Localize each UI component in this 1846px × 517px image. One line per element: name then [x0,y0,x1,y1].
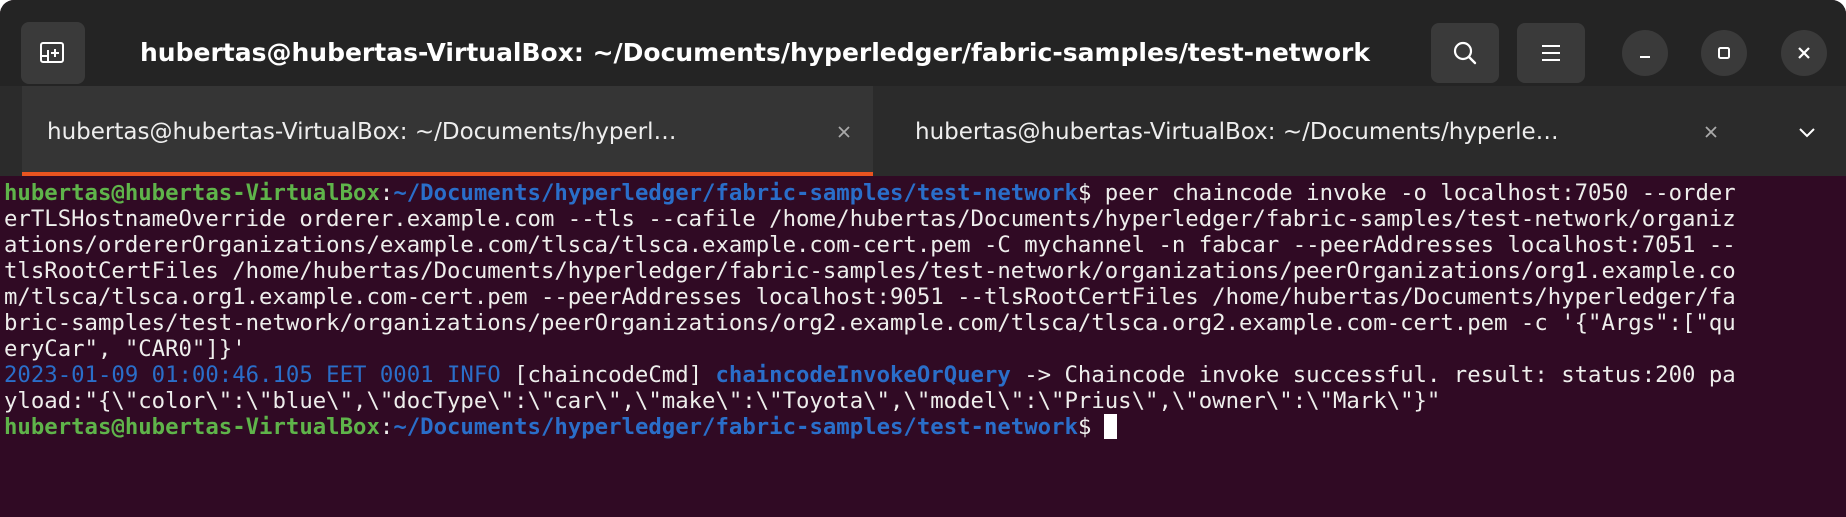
terminal-output[interactable]: hubertas@hubertas-VirtualBox:~/Documents… [0,176,1846,517]
hamburger-menu-icon [1542,45,1560,61]
close-icon [838,126,850,138]
terminal-cursor [1104,414,1118,439]
window-title: hubertas@hubertas-VirtualBox: ~/Document… [140,38,1370,67]
menu-button[interactable] [1517,23,1585,83]
new-tab-icon [40,42,64,63]
tab-terminal-1[interactable]: hubertas@hubertas-VirtualBox: ~/Document… [22,86,873,176]
close-button[interactable] [1781,30,1827,76]
prompt-line: hubertas@hubertas-VirtualBox:~/Documents… [4,412,1118,442]
tab-close-button[interactable] [828,116,860,148]
tab-close-button[interactable] [1695,116,1727,148]
tab-label: hubertas@hubertas-VirtualBox: ~/Document… [47,119,677,145]
prompt-user: hubertas@hubertas-VirtualBox [4,180,380,206]
prompt-path: ~/Documents/hyperledger/fabric-samples/t… [393,414,1078,440]
title-bar: hubertas@hubertas-VirtualBox: ~/Document… [0,0,1846,86]
new-tab-button[interactable] [21,22,85,84]
maximize-button[interactable] [1701,30,1747,76]
tab-label: hubertas@hubertas-VirtualBox: ~/Document… [915,119,1559,145]
minimize-icon [1640,56,1650,58]
command-line: bric-samples/test-network/organizations/… [4,310,1736,336]
maximize-icon [1718,47,1730,59]
minimize-button[interactable] [1622,30,1668,76]
close-icon [1798,47,1810,59]
prompt-path: ~/Documents/hyperledger/fabric-samples/t… [393,180,1078,206]
log-timestamp: 2023-01-09 01:00:46.105 EET 0001 INFO [4,362,501,388]
prompt-symbol: $ [1077,180,1092,206]
search-button[interactable] [1431,23,1499,83]
prompt-separator: : [379,180,394,206]
search-icon [1453,41,1477,65]
close-icon [1705,126,1717,138]
tabs-dropdown-button[interactable] [1787,114,1827,150]
log-message: -> Chaincode invoke successful. result: … [1010,362,1736,388]
chevron-down-icon [1799,128,1815,138]
prompt-symbol: $ [1077,414,1092,440]
terminal-window: hubertas@hubertas-VirtualBox: ~/Document… [0,0,1846,517]
tab-terminal-2[interactable]: hubertas@hubertas-VirtualBox: ~/Document… [895,86,1746,176]
tab-bar: hubertas@hubertas-VirtualBox: ~/Document… [0,86,1846,176]
prompt-separator: : [379,414,394,440]
log-component: [chaincodeCmd] [500,362,716,388]
command-text: peer chaincode invoke -o localhost:7050 … [1091,180,1736,206]
log-function: chaincodeInvokeOrQuery [715,362,1011,388]
prompt-user: hubertas@hubertas-VirtualBox [4,414,380,440]
